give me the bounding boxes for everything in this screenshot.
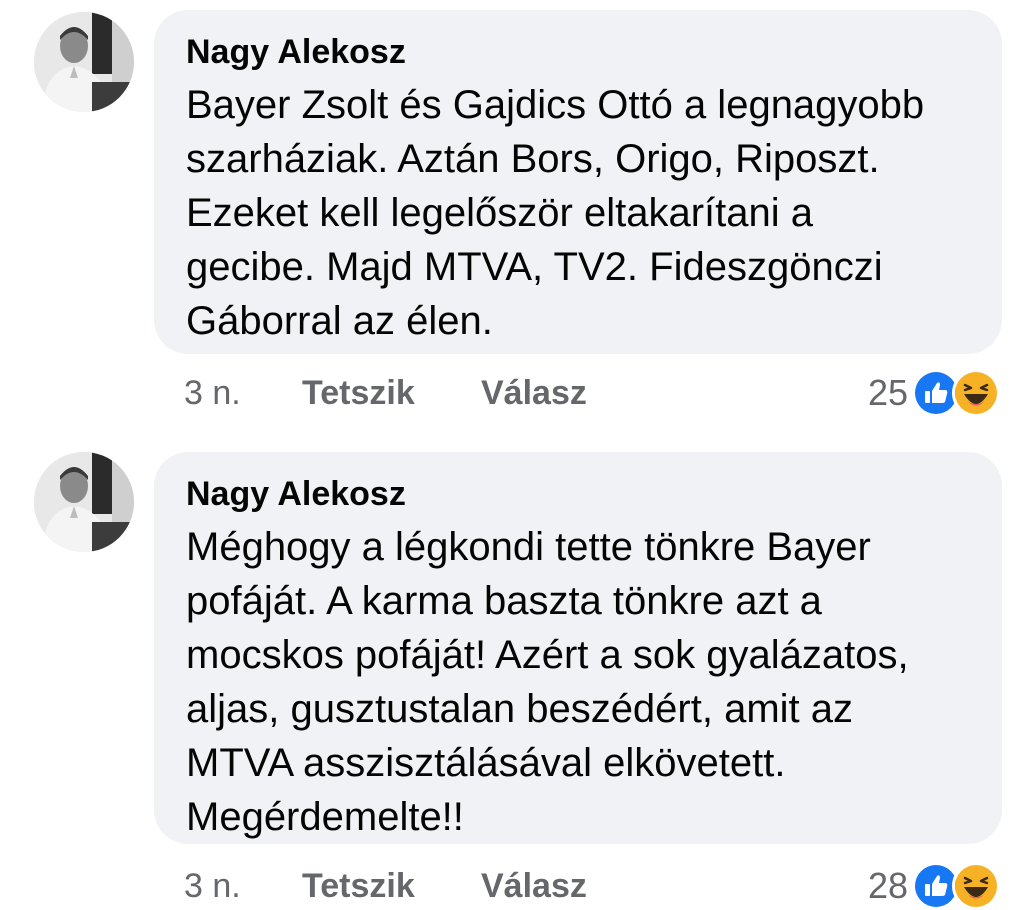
profile-photo <box>34 452 134 552</box>
haha-icon <box>952 862 1000 910</box>
comment-bubble: Nagy Alekosz Bayer Zsolt és Gajdics Ottó… <box>154 10 1002 354</box>
reactions-summary[interactable]: 28 <box>868 862 1000 910</box>
comment-bubble: Nagy Alekosz Méghogy a légkondi tette tö… <box>154 452 1002 844</box>
comment-timestamp[interactable]: 3 n. <box>184 862 241 910</box>
comment-timestamp[interactable]: 3 n. <box>184 369 241 417</box>
reaction-count: 28 <box>867 865 908 906</box>
reply-button[interactable]: Válasz <box>481 369 587 417</box>
reaction-count: 25 <box>867 372 908 413</box>
like-button[interactable]: Tetszik <box>302 862 415 910</box>
avatar[interactable] <box>34 12 134 112</box>
comment-author[interactable]: Nagy Alekosz <box>186 32 972 72</box>
reactions-summary[interactable]: 25 <box>868 369 1000 417</box>
profile-photo <box>34 12 134 112</box>
reply-button[interactable]: Válasz <box>481 862 587 910</box>
like-button[interactable]: Tetszik <box>302 369 415 417</box>
avatar[interactable] <box>34 452 134 552</box>
haha-icon <box>952 369 1000 417</box>
comment-actions: 3 n. Tetszik Válasz 28 <box>184 862 1000 910</box>
comment-actions: 3 n. Tetszik Válasz 25 <box>184 369 1000 417</box>
comment-text: Bayer Zsolt és Gajdics Ottó a legnagyobb… <box>186 83 925 343</box>
comment-author[interactable]: Nagy Alekosz <box>186 474 972 514</box>
comment-text: Méghogy a légkondi tette tönkre Bayer po… <box>186 525 909 839</box>
